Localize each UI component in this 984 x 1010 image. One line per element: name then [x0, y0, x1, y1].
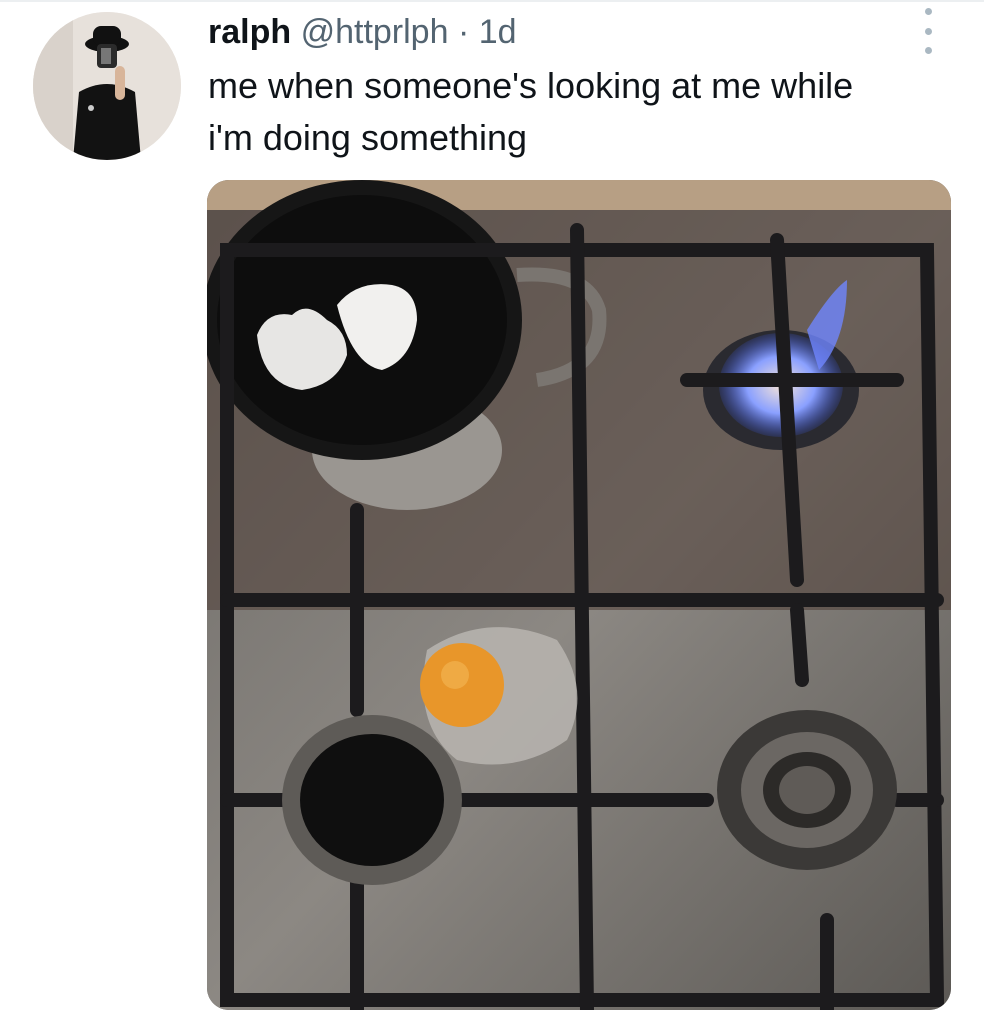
more-dot: [924, 8, 932, 15]
avatar-image: [33, 12, 181, 160]
tweet-text: me when someone's looking at me while i'…: [208, 60, 968, 164]
tweet-text-line: i'm doing something: [208, 117, 528, 158]
tweet-header: ralph @httprlph · 1d: [208, 12, 517, 52]
stovetop-photo: [207, 180, 951, 1010]
separator-dot: ·: [457, 13, 470, 51]
author-name[interactable]: ralph: [208, 13, 291, 51]
timestamp[interactable]: 1d: [479, 13, 517, 51]
author-handle[interactable]: @httprlph: [301, 13, 449, 51]
tweet-text-line: me when someone's looking at me while: [208, 65, 854, 106]
tweet-media-image[interactable]: [207, 180, 951, 1010]
avatar[interactable]: [33, 12, 181, 160]
top-divider: [0, 0, 984, 2]
more-dot: [924, 27, 932, 35]
more-dot: [924, 47, 932, 54]
more-vertical-icon[interactable]: [914, 8, 942, 54]
